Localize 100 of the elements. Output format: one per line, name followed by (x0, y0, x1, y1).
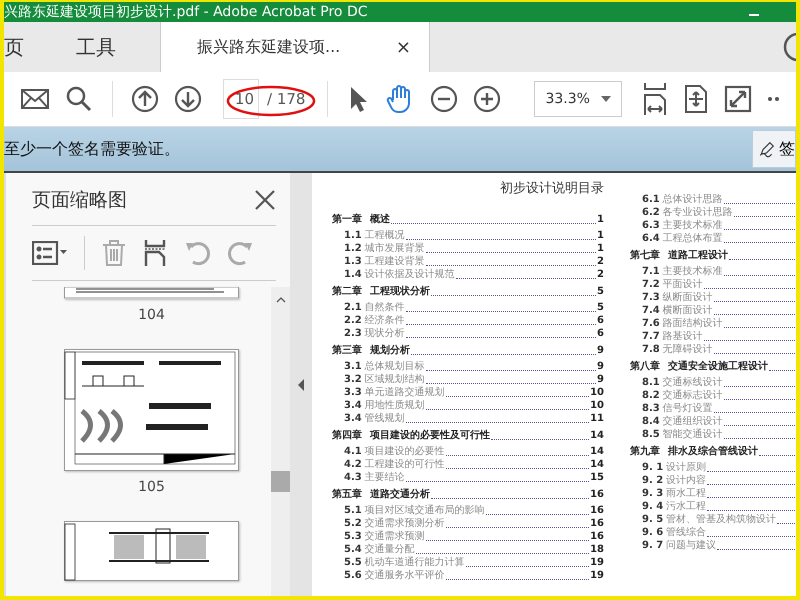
toc-title[interactable]: 平面设计 (662, 279, 703, 291)
toc-title[interactable]: 路基设计 (662, 331, 703, 343)
toc-page-number: 19 (590, 570, 604, 582)
toc-title[interactable]: 工程建设背景 (364, 256, 425, 268)
toc-title[interactable]: 概述 (370, 214, 390, 226)
toc-number: 4.1 (344, 446, 362, 458)
toc-number: 2.1 (344, 302, 362, 314)
toc-page-number: 11 (590, 413, 604, 425)
scrollbar-thumb[interactable] (271, 471, 290, 492)
toc-title[interactable]: 设计原则 (666, 462, 706, 474)
zoom-in-icon[interactable] (473, 85, 502, 113)
toc-title[interactable]: 交通量分配 (364, 544, 415, 556)
scrollbar[interactable] (271, 287, 290, 596)
toc-title[interactable]: 规划分析 (370, 345, 410, 357)
toc-title[interactable]: 项目对区域交通布局的影响 (364, 505, 485, 517)
zoom-dropdown[interactable]: 33.3% (534, 81, 622, 117)
toc-title[interactable]: 工程现状分析 (370, 286, 430, 298)
toc-title[interactable]: 无障碍设计 (662, 344, 713, 356)
toc-title[interactable]: 现状分析 (364, 328, 405, 340)
full-screen-icon[interactable] (724, 85, 752, 113)
toc-number: 3.2 (344, 374, 362, 386)
insert-page-icon[interactable] (143, 239, 167, 267)
toc-title[interactable]: 主要技术标准 (662, 266, 723, 278)
toc-title[interactable]: 设计依据及设计规范 (364, 269, 455, 281)
toc-title[interactable]: 单元道路交通规划 (364, 387, 445, 399)
search-icon[interactable] (65, 85, 93, 113)
toc-title[interactable]: 交通需求预测 (364, 531, 425, 543)
tab[interactable]: 工具 (54, 22, 138, 72)
toc-number: 7.7 (642, 331, 660, 343)
toc-title[interactable]: 总体设计思路 (662, 194, 723, 206)
toc-number: 6.3 (642, 220, 660, 232)
toc-number: 8.1 (642, 377, 660, 389)
toc-title[interactable]: 问题与建议 (666, 540, 716, 552)
toc-title[interactable]: 工程概况 (364, 230, 405, 242)
toc-title[interactable]: 管线规划 (364, 413, 405, 425)
help-icon[interactable] (782, 32, 796, 62)
tab-close[interactable]: × (396, 36, 411, 58)
collapse-arrow-icon[interactable] (298, 378, 304, 390)
toc-title[interactable]: 设计内容 (666, 475, 706, 487)
toc-title[interactable]: 工程建设的可行性 (364, 459, 445, 471)
toc-title[interactable]: 纵断面设计 (662, 292, 713, 304)
toc-title[interactable]: 交通标线设计 (662, 377, 723, 389)
toc-title[interactable]: 信号灯设置 (662, 403, 713, 415)
toc-title[interactable]: 道路交通分析 (370, 489, 430, 501)
sign-button[interactable]: 签 (752, 130, 796, 168)
page-thumbnail[interactable] (64, 349, 239, 471)
toc-title[interactable]: 横断面设计 (662, 305, 713, 317)
arrow-up-icon[interactable] (131, 85, 159, 113)
toc-title[interactable]: 机动车道通行能力计算 (364, 557, 465, 569)
toc-number: 4.3 (344, 472, 362, 484)
zoom-out-icon[interactable] (430, 85, 458, 113)
tab[interactable]: 页 (4, 22, 54, 72)
toc-title[interactable]: 管材、管基及构筑物设计 (666, 514, 776, 526)
toc-title[interactable]: 总体规划目标 (364, 361, 425, 373)
more-icon[interactable] (767, 96, 780, 102)
toc-page-number: 2 (597, 256, 604, 268)
chevron-up-icon[interactable] (276, 297, 286, 303)
fit-page-icon[interactable] (683, 84, 710, 114)
toc-page-number: 2 (597, 269, 604, 281)
toc-title[interactable]: 路面结构设计 (662, 318, 723, 330)
toc-title[interactable]: 交通组织设计 (662, 416, 723, 428)
page-thumbnail[interactable] (64, 287, 239, 299)
toc-number: 5.3 (344, 531, 362, 543)
toc-number: 4.2 (344, 459, 362, 471)
toc-title[interactable]: 管线综合 (666, 527, 706, 539)
toc-number: 第九章 (630, 446, 660, 458)
toc-title[interactable]: 主要结论 (364, 472, 405, 484)
toc-title[interactable]: 交通需求预测分析 (364, 518, 445, 530)
fit-width-icon[interactable] (642, 81, 668, 117)
toc-title[interactable]: 道路工程设计 (668, 250, 728, 262)
toc-title[interactable]: 交通标志设计 (662, 390, 723, 402)
toc-title[interactable]: 交通服务水平评价 (364, 570, 445, 582)
toc-title[interactable]: 项目建设的必要性 (364, 446, 445, 458)
mail-icon[interactable] (20, 87, 50, 111)
options-icon[interactable] (32, 241, 68, 265)
toc-title[interactable]: 城市发展背景 (364, 243, 425, 255)
toc-number: 9. 1 (642, 462, 664, 474)
tab[interactable]: 振兴路东延建设项... × (160, 22, 430, 72)
page-thumbnail[interactable] (64, 521, 239, 581)
toc-number: 9. 4 (642, 501, 664, 513)
toc-title[interactable]: 污水工程 (666, 501, 706, 513)
toc-page-number: 10 (590, 400, 604, 412)
toc-title[interactable]: 各专业设计思路 (662, 207, 733, 219)
toc-number: 9. 7 (642, 540, 664, 552)
toc-title[interactable]: 智能交通设计 (662, 429, 723, 441)
page-number: 105 (138, 479, 165, 495)
toc-title[interactable]: 交通安全设施工程设计 (668, 361, 768, 373)
toc-title[interactable]: 工程总体布置 (662, 233, 723, 245)
toc-title[interactable]: 主要技术标准 (662, 220, 723, 232)
toc-title[interactable]: 项目建设的必要性及可行性 (370, 430, 490, 442)
toc-number: 7.3 (642, 292, 660, 304)
toc-title[interactable]: 自然条件 (364, 302, 405, 314)
arrow-down-icon[interactable] (174, 85, 202, 113)
toc-title[interactable]: 经济条件 (364, 315, 405, 327)
toc-title[interactable]: 区域规划结构 (364, 374, 425, 386)
toc-title[interactable]: 排水及综合管线设计 (668, 446, 758, 458)
toc-title[interactable]: 雨水工程 (666, 488, 706, 500)
toc-title[interactable]: 用地性质规划 (364, 400, 425, 412)
close-icon[interactable] (254, 189, 276, 211)
toc-number: 第三章 (332, 345, 362, 357)
